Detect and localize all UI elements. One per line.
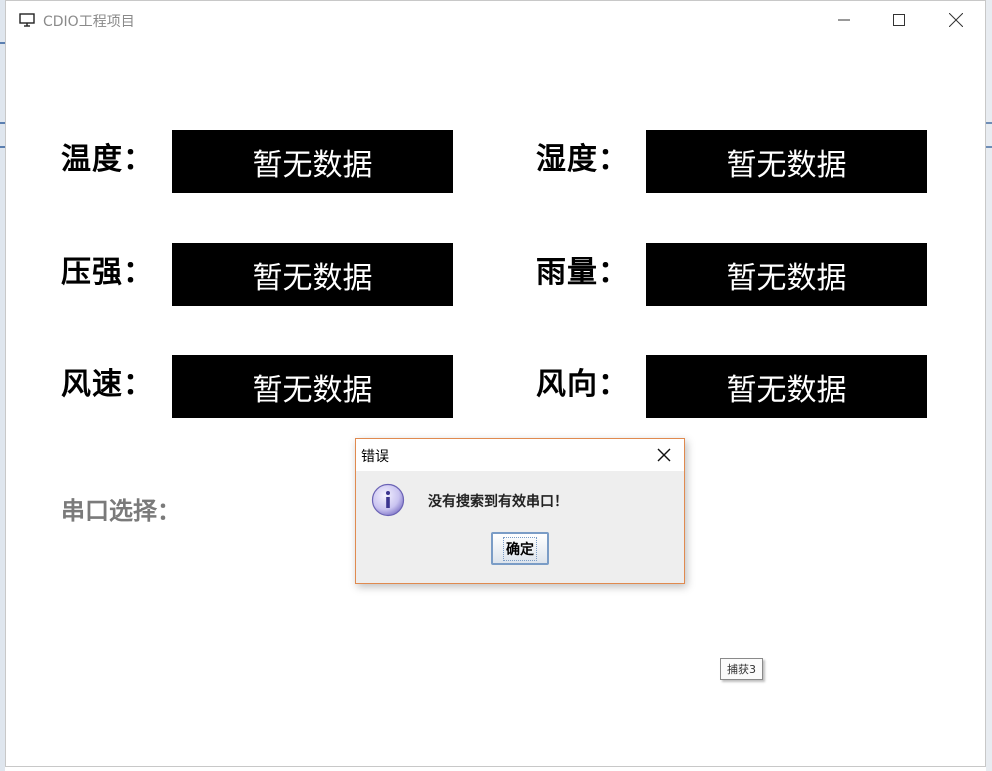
- ok-button[interactable]: 确定: [491, 532, 549, 565]
- humidity-value: 暂无数据: [646, 130, 927, 193]
- dialog-message: 没有搜索到有效串口！: [428, 494, 568, 510]
- main-window: CDIO工程项目 温度： 暂无数据 湿度： 暂无数据 压强： 暂无数据 雨量： …: [5, 0, 986, 767]
- dialog-title: 错误: [361, 449, 389, 465]
- error-dialog: 错误 没有搜索到有效串口！ 确定: [355, 438, 685, 584]
- monitor-icon: [19, 12, 35, 28]
- minimize-button[interactable]: [821, 1, 867, 39]
- title-bar[interactable]: CDIO工程项目: [6, 1, 985, 39]
- capture-tooltip: 捕获3: [720, 658, 763, 680]
- window-title: CDIO工程项目: [43, 14, 135, 30]
- rainfall-label: 雨量：: [536, 255, 629, 290]
- dialog-title-bar[interactable]: 错误: [356, 439, 684, 471]
- humidity-label: 湿度：: [536, 142, 629, 177]
- maximize-button[interactable]: [876, 1, 922, 39]
- pressure-label: 压强：: [61, 255, 154, 290]
- maximize-icon: [893, 14, 905, 26]
- wind-direction-label: 风向：: [536, 367, 629, 402]
- background-mark: [986, 122, 992, 124]
- temperature-label: 温度：: [61, 142, 154, 177]
- background-right-edge: [986, 0, 992, 771]
- wind-speed-label: 风速：: [61, 367, 154, 402]
- ok-button-label: 确定: [503, 536, 537, 561]
- wind-direction-value: 暂无数据: [646, 355, 927, 418]
- serial-port-label: 串口选择：: [61, 497, 181, 525]
- temperature-value: 暂无数据: [172, 130, 453, 193]
- background-mark: [986, 146, 992, 148]
- pressure-value: 暂无数据: [172, 243, 453, 306]
- dialog-close-button[interactable]: [644, 439, 684, 471]
- close-button[interactable]: [933, 1, 979, 39]
- close-icon: [657, 448, 671, 462]
- wind-speed-value: 暂无数据: [172, 355, 453, 418]
- rainfall-value: 暂无数据: [646, 243, 927, 306]
- info-icon: [371, 483, 405, 517]
- minimize-icon: [838, 19, 850, 21]
- close-icon: [949, 13, 963, 27]
